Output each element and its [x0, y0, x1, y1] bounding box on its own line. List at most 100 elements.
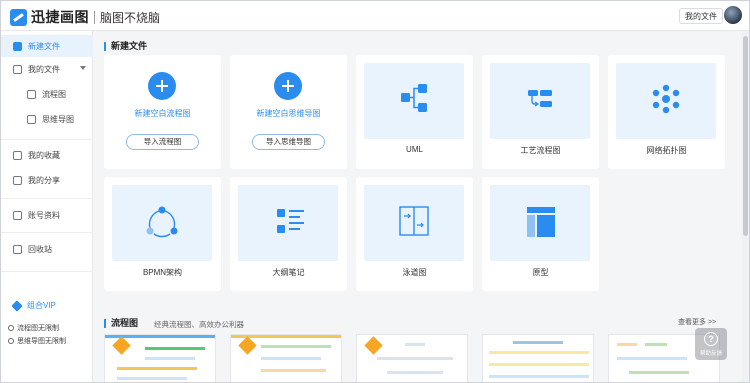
sidebar-divider [1, 198, 93, 199]
app-window: 迅捷画图 脑图不烧脑 我的文件 新建文件 我的文件 流程图 思维导图 我的收藏 [0, 0, 750, 383]
help-label: 帮助反馈 [699, 351, 722, 357]
sidebar-item-shares[interactable]: 我的分享 [1, 169, 93, 191]
template-label: 大纲笔记 [272, 268, 305, 277]
sidebar-item-label: 我的分享 [28, 175, 60, 185]
import-mindmap-button[interactable]: 导入思维导图 [252, 134, 325, 150]
thumb-shape [377, 357, 453, 360]
thumb-shape [645, 343, 667, 346]
sidebar-item-flowchart[interactable]: 流程图 [1, 83, 93, 105]
sidebar-divider [1, 232, 93, 233]
sidebar-item-label: 账号资料 [28, 210, 60, 220]
thumb-shape [489, 375, 589, 378]
thumb-shape [489, 351, 589, 354]
brand-name: 迅捷画图 [31, 9, 89, 25]
thumb-shape [261, 345, 331, 348]
scrollbar[interactable] [742, 31, 749, 382]
premium-badge-icon [238, 336, 257, 355]
new-blank-mindmap-label[interactable]: 新建空白思维导图 [230, 108, 347, 119]
scrollbar-thumb[interactable] [743, 36, 748, 236]
my-files-button[interactable]: 我的文件 [679, 8, 723, 24]
flowchart-icon [27, 89, 36, 99]
new-blank-mindmap-card[interactable]: 新建空白思维导图 导入思维导图 [230, 55, 347, 169]
sidebar-item-account[interactable]: 账号资料 [1, 204, 93, 226]
flowchart-template-thumb[interactable] [230, 334, 342, 382]
logo[interactable]: 迅捷画图 脑图不烧脑 [10, 7, 160, 27]
template-card-uml[interactable]: UML [356, 55, 473, 169]
bpmn-icon [146, 206, 178, 238]
sidebar-item-label: 新建文件 [28, 41, 60, 51]
new-blank-flowchart-label[interactable]: 新建空白流程图 [104, 108, 221, 119]
sidebar-divider [1, 271, 93, 272]
mindmap-icon [27, 114, 36, 124]
flowchart-template-thumb[interactable] [356, 334, 468, 382]
flowchart-template-thumb[interactable] [482, 334, 594, 382]
template-card-bpmn[interactable]: BPMN架构 [104, 177, 221, 291]
help-icon: ? [704, 332, 718, 346]
thumb-shape [617, 357, 687, 360]
import-flowchart-button[interactable]: 导入流程图 [126, 134, 199, 150]
new-blank-flowchart-card[interactable]: 新建空白流程图 导入流程图 [104, 55, 221, 169]
thumb-shape [145, 347, 205, 350]
section-subtitle: 经典流程图、高效办公利器 [154, 320, 244, 329]
template-label: 泳道图 [402, 268, 427, 277]
template-card-swimlane[interactable]: 泳道图 [356, 177, 473, 291]
vip-icon [11, 299, 23, 312]
logo-icon [10, 8, 27, 26]
thumb-shape [261, 369, 326, 372]
template-preview [490, 63, 590, 139]
template-preview [490, 185, 590, 261]
vip-badge[interactable]: 组合VIP [11, 299, 56, 312]
thumb-shape [405, 343, 425, 346]
user-icon [13, 210, 22, 220]
flowchart-limit: 流程图无限制 [8, 323, 59, 333]
avatar[interactable] [724, 6, 742, 24]
template-preview [364, 185, 464, 261]
add-icon[interactable] [274, 72, 302, 100]
sidebar-item-my-files[interactable]: 我的文件 [1, 58, 93, 80]
sidebar-item-trash[interactable]: 回收站 [1, 238, 93, 260]
template-preview [364, 63, 464, 139]
sidebar-item-new-file[interactable]: 新建文件 [1, 35, 93, 57]
vip-label: 组合VIP [27, 301, 56, 310]
trash-icon [13, 244, 22, 254]
sidebar-item-mindmap[interactable]: 思维导图 [1, 108, 93, 130]
thumb-shape [261, 357, 321, 360]
template-label: UML [406, 145, 423, 154]
sidebar: 新建文件 我的文件 流程图 思维导图 我的收藏 我的分享 账号资料 回收站 组合… [1, 31, 93, 382]
template-preview [112, 185, 212, 261]
sidebar-item-label: 流程图 [42, 89, 66, 99]
template-card-outline-notes[interactable]: 大纲笔记 [230, 177, 347, 291]
premium-badge-icon [364, 336, 383, 355]
section-title-flowchart: 流程图 [104, 319, 138, 328]
swimlane-icon [399, 206, 429, 236]
sidebar-divider [1, 139, 93, 140]
view-more-link[interactable]: 查看更多 >> [678, 317, 716, 327]
network-topology-icon [652, 84, 680, 114]
thumb-shape [117, 377, 187, 380]
template-card-process-flow[interactable]: 工艺流程图 [482, 55, 599, 169]
template-label: 原型 [532, 268, 549, 277]
add-icon[interactable] [148, 72, 176, 100]
chevron-down-icon [80, 66, 86, 70]
sidebar-item-favorites[interactable]: 我的收藏 [1, 144, 93, 166]
thumb-shape [513, 341, 563, 344]
sidebar-item-label: 回收站 [28, 244, 52, 254]
sidebar-item-label: 思维导图 [42, 114, 74, 124]
template-card-network-topology[interactable]: 网络拓扑图 [608, 55, 725, 169]
premium-badge-icon [112, 336, 131, 355]
logo-divider [94, 10, 95, 24]
flowchart-template-thumb[interactable] [104, 334, 216, 382]
template-label: 工艺流程图 [520, 146, 561, 155]
thumb-shape [387, 371, 443, 374]
prototype-icon [527, 207, 555, 237]
template-preview [616, 63, 716, 139]
thumb-shape [617, 343, 637, 346]
template-card-prototype[interactable]: 原型 [482, 177, 599, 291]
thumb-shape [489, 363, 589, 366]
thumb-shape [117, 367, 197, 370]
share-icon [13, 175, 22, 185]
section-title-new-file: 新建文件 [104, 42, 147, 51]
help-feedback-button[interactable]: ? 帮助反馈 [695, 328, 727, 360]
check-circle-icon [8, 338, 14, 344]
plus-square-icon [13, 41, 22, 51]
